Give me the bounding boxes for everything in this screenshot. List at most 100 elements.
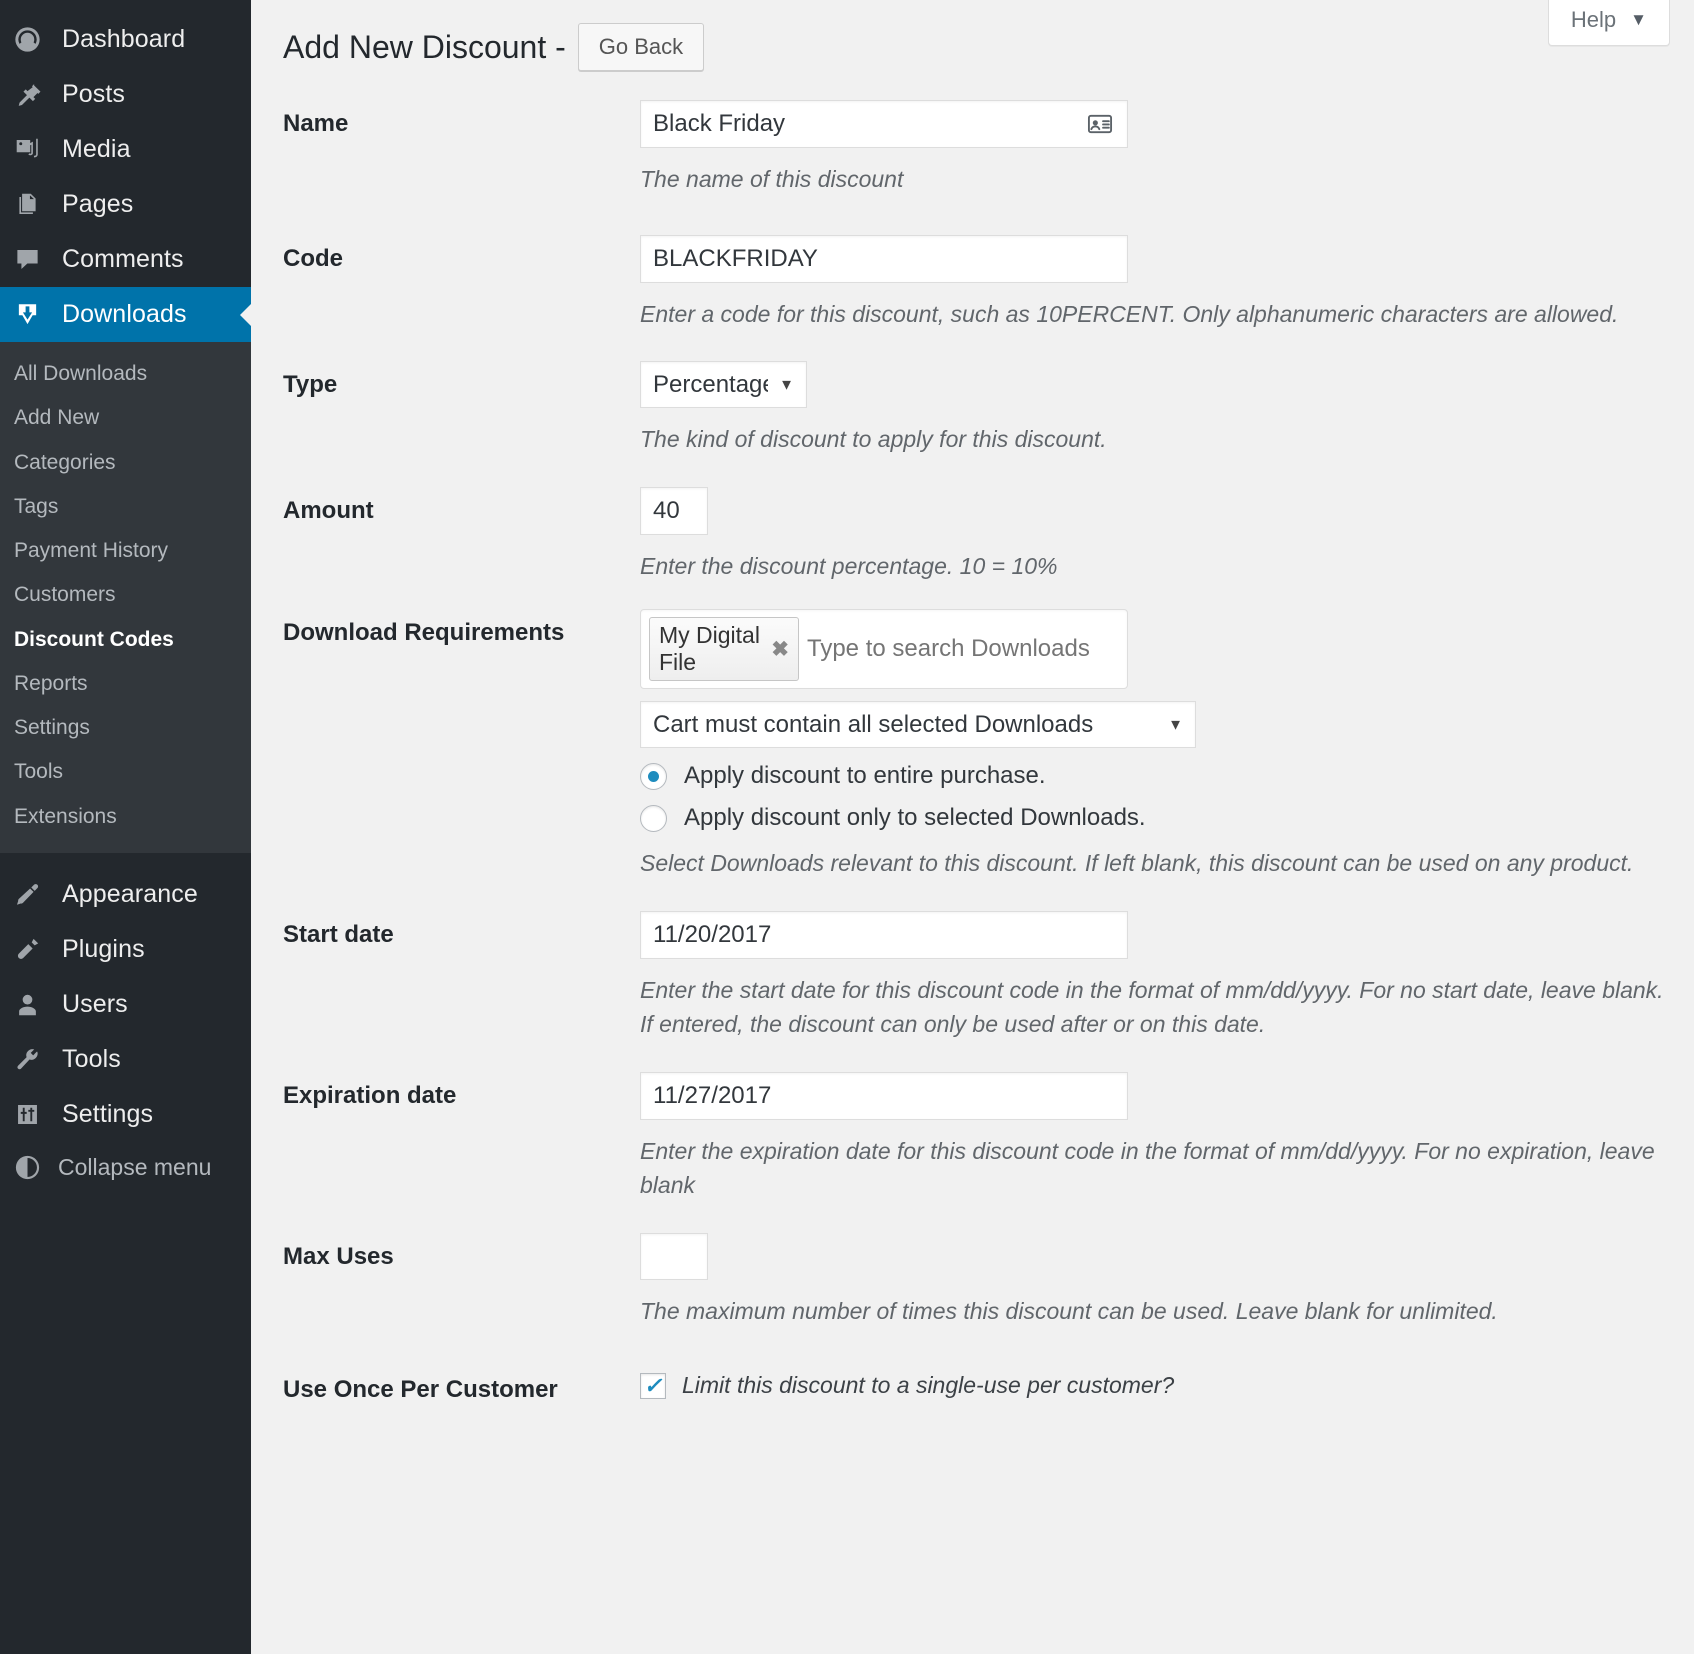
sidebar-item-label: Tools bbox=[58, 1045, 121, 1074]
form-row-amount: Amount Enter the discount percentage. 10… bbox=[283, 487, 1694, 584]
sidebar-item-reports[interactable]: Reports bbox=[0, 662, 251, 706]
media-icon bbox=[14, 136, 58, 163]
admin-sidebar: Dashboard Posts Media Pages bbox=[0, 0, 251, 1654]
download-token-label: My Digital File bbox=[659, 622, 762, 676]
sidebar-item-discount-codes[interactable]: Discount Codes bbox=[0, 618, 251, 662]
max-uses-label: Max Uses bbox=[283, 1233, 640, 1271]
downloads-token-field[interactable]: My Digital File ✖ bbox=[640, 609, 1128, 689]
sidebar-item-categories[interactable]: Categories bbox=[0, 441, 251, 485]
name-label: Name bbox=[283, 100, 640, 138]
expiration-date-description: Enter the expiration date for this disco… bbox=[640, 1134, 1664, 1203]
amount-label: Amount bbox=[283, 487, 640, 525]
sidebar-item-downloads[interactable]: Downloads bbox=[0, 287, 251, 342]
sidebar-item-pages[interactable]: Pages bbox=[0, 177, 251, 232]
sidebar-item-posts[interactable]: Posts bbox=[0, 67, 251, 122]
code-description: Enter a code for this discount, such as … bbox=[640, 297, 1664, 332]
max-uses-description: The maximum number of times this discoun… bbox=[640, 1294, 1664, 1329]
use-once-checkbox-label: Limit this discount to a single-use per … bbox=[682, 1372, 1174, 1399]
name-description: The name of this discount bbox=[640, 162, 1540, 197]
sidebar-top-group: Dashboard Posts Media Pages bbox=[0, 12, 251, 342]
radio-entire-purchase[interactable]: Apply discount to entire purchase. bbox=[640, 762, 1664, 790]
radio-selected-downloads-input[interactable] bbox=[640, 805, 667, 832]
sidebar-item-label: Comments bbox=[58, 245, 184, 274]
dashboard-icon bbox=[14, 26, 58, 53]
use-once-checkbox[interactable]: ✓ bbox=[640, 1373, 666, 1399]
form-row-download-requirements: Download Requirements My Digital File ✖ … bbox=[283, 609, 1694, 881]
form-row-start-date: Start date Enter the start date for this… bbox=[283, 911, 1694, 1042]
sidebar-item-label: Downloads bbox=[58, 300, 187, 329]
sidebar-item-label: Posts bbox=[58, 80, 125, 109]
help-tab-toggle[interactable]: Help ▼ bbox=[1548, 0, 1670, 46]
sidebar-item-all-downloads[interactable]: All Downloads bbox=[0, 352, 251, 396]
download-requirements-description: Select Downloads relevant to this discou… bbox=[640, 846, 1664, 881]
radio-entire-purchase-input[interactable] bbox=[640, 763, 667, 790]
sidebar-item-dashboard[interactable]: Dashboard bbox=[0, 12, 251, 67]
amount-description: Enter the discount percentage. 10 = 10% bbox=[640, 549, 1540, 584]
use-once-checkbox-row[interactable]: ✓ Limit this discount to a single-use pe… bbox=[640, 1366, 1664, 1399]
comments-icon bbox=[14, 246, 58, 273]
form-row-max-uses: Max Uses The maximum number of times thi… bbox=[283, 1233, 1694, 1329]
code-input[interactable] bbox=[640, 235, 1128, 283]
max-uses-input[interactable] bbox=[640, 1233, 708, 1280]
paintbrush-icon bbox=[14, 881, 58, 908]
sidebar-item-label: Dashboard bbox=[58, 25, 185, 54]
amount-input[interactable] bbox=[640, 487, 708, 535]
page-title: Add New Discount - bbox=[283, 29, 566, 66]
sidebar-item-users[interactable]: Users bbox=[0, 977, 251, 1032]
sidebar-item-settings-main[interactable]: Settings bbox=[0, 1087, 251, 1142]
form-row-expiration-date: Expiration date Enter the expiration dat… bbox=[283, 1072, 1694, 1203]
sidebar-item-label: Settings bbox=[58, 1100, 153, 1129]
radio-entire-purchase-label: Apply discount to entire purchase. bbox=[684, 762, 1046, 790]
type-label: Type bbox=[283, 361, 640, 399]
expiration-date-input[interactable] bbox=[640, 1072, 1128, 1120]
start-date-input[interactable] bbox=[640, 911, 1128, 959]
download-token[interactable]: My Digital File ✖ bbox=[649, 617, 799, 681]
code-label: Code bbox=[283, 235, 640, 273]
form-row-type: Type Percentage ▼ The kind of discount t… bbox=[283, 361, 1694, 457]
downloads-search-input[interactable] bbox=[805, 634, 1119, 664]
pin-icon bbox=[14, 81, 58, 108]
sidebar-item-label: Plugins bbox=[58, 935, 145, 964]
collapse-arrow-icon bbox=[14, 1154, 58, 1181]
user-icon bbox=[14, 991, 58, 1018]
sidebar-item-appearance[interactable]: Appearance bbox=[0, 867, 251, 922]
collapse-menu-label: Collapse menu bbox=[58, 1154, 211, 1181]
wrench-icon bbox=[14, 1046, 58, 1073]
sidebar-item-payment-history[interactable]: Payment History bbox=[0, 529, 251, 573]
discount-form: Name The name of this discount Code bbox=[251, 78, 1694, 1404]
go-back-button[interactable]: Go Back bbox=[578, 23, 704, 71]
start-date-label: Start date bbox=[283, 911, 640, 949]
help-tab-label: Help bbox=[1571, 7, 1616, 33]
type-select[interactable]: Percentage bbox=[640, 361, 807, 408]
type-description: The kind of discount to apply for this d… bbox=[640, 422, 1540, 457]
sidebar-item-media[interactable]: Media bbox=[0, 122, 251, 177]
sidebar-item-label: Pages bbox=[58, 190, 133, 219]
sidebar-item-tools[interactable]: Tools bbox=[0, 750, 251, 794]
download-icon bbox=[14, 301, 58, 328]
plug-icon bbox=[14, 936, 58, 963]
sidebar-item-add-new[interactable]: Add New bbox=[0, 396, 251, 440]
use-once-label: Use Once Per Customer bbox=[283, 1366, 640, 1404]
collapse-menu-button[interactable]: Collapse menu bbox=[0, 1142, 251, 1194]
admin-page: Dashboard Posts Media Pages bbox=[0, 0, 1694, 1654]
chevron-down-icon: ▼ bbox=[1630, 10, 1647, 30]
sidebar-item-extensions[interactable]: Extensions bbox=[0, 795, 251, 839]
form-row-code: Code Enter a code for this discount, suc… bbox=[283, 235, 1694, 332]
sidebar-item-tools-main[interactable]: Tools bbox=[0, 1032, 251, 1087]
sidebar-bottom-group: Appearance Plugins Users Tools bbox=[0, 867, 251, 1142]
name-input[interactable] bbox=[640, 100, 1128, 148]
radio-selected-downloads[interactable]: Apply discount only to selected Download… bbox=[640, 804, 1664, 832]
sidebar-item-customers[interactable]: Customers bbox=[0, 573, 251, 617]
download-requirements-label: Download Requirements bbox=[283, 609, 640, 647]
sidebar-item-settings[interactable]: Settings bbox=[0, 706, 251, 750]
downloads-submenu: All Downloads Add New Categories Tags Pa… bbox=[0, 342, 251, 853]
form-row-use-once: Use Once Per Customer ✓ Limit this disco… bbox=[283, 1366, 1694, 1404]
close-icon[interactable]: ✖ bbox=[771, 637, 789, 662]
sidebar-item-tags[interactable]: Tags bbox=[0, 485, 251, 529]
expiration-date-label: Expiration date bbox=[283, 1072, 640, 1110]
pages-icon bbox=[14, 191, 58, 218]
sidebar-item-comments[interactable]: Comments bbox=[0, 232, 251, 287]
download-condition-select[interactable]: Cart must contain all selected Downloads bbox=[640, 701, 1196, 748]
sidebar-item-plugins[interactable]: Plugins bbox=[0, 922, 251, 977]
check-icon: ✓ bbox=[644, 1375, 662, 1397]
